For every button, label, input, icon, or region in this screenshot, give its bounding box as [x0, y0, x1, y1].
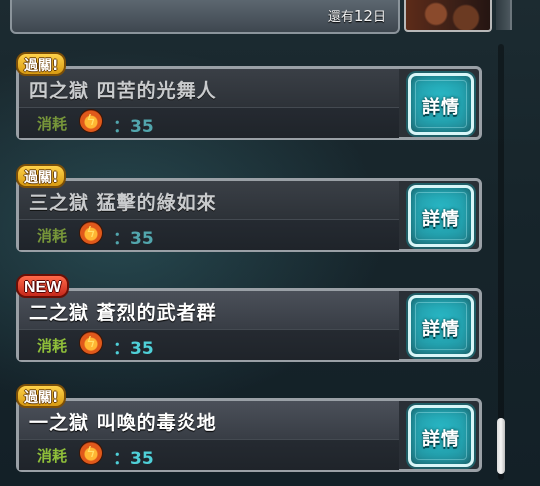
scrollbar-track[interactable] [498, 44, 504, 480]
cleared-badge: 過關! [16, 52, 67, 76]
quest-card[interactable]: 二之獄 蒼烈的武者群 消耗 ϟ ：35 詳情 [16, 288, 482, 362]
stamina-icon: ϟ [79, 221, 103, 245]
stamina-icon: ϟ [79, 331, 103, 355]
event-banner[interactable]: 還有12日 [10, 0, 400, 34]
quest-card[interactable]: 一之獄 叫喚的毒炎地 消耗 ϟ ：35 詳情 [16, 398, 482, 472]
scrollbar-thumb[interactable] [497, 418, 505, 474]
days-remaining: 還有12日 [328, 6, 386, 25]
detail-button[interactable]: 詳情 [408, 73, 474, 135]
quest-cost-band [19, 219, 399, 250]
days-suffix: 日 [372, 10, 386, 25]
panel-edge [496, 0, 512, 30]
quest-cost-band [19, 329, 399, 360]
quest-title: 三之獄 猛擊的綠如來 [29, 192, 217, 214]
quest-title: 一之獄 叫喚的毒炎地 [29, 412, 217, 434]
quest-cost-band [19, 439, 399, 470]
days-number: 12 [353, 7, 373, 25]
cleared-badge: 過關! [16, 164, 67, 188]
cost-value: ：35 [113, 117, 154, 137]
cost-label: 消耗 [37, 227, 68, 245]
cost-value: ：35 [113, 339, 154, 359]
stamina-icon: ϟ [79, 441, 103, 465]
quest-title: 二之獄 蒼烈的武者群 [29, 302, 217, 324]
cost-value: ：35 [113, 449, 154, 469]
cleared-badge: 過關! [16, 384, 67, 408]
quest-row[interactable]: 四之獄 四苦的光舞人 消耗 ϟ ：35 詳情 過關! [16, 52, 482, 140]
detail-button-label: 詳情 [422, 209, 460, 230]
cost-label: 消耗 [37, 337, 68, 355]
quest-cost-band [19, 107, 399, 138]
quest-row[interactable]: 二之獄 蒼烈的武者群 消耗 ϟ ：35 詳情 NEW [16, 274, 482, 362]
cost-label: 消耗 [37, 447, 68, 465]
new-badge: NEW [16, 274, 70, 298]
cost-label: 消耗 [37, 115, 68, 133]
days-prefix: 還有 [327, 10, 354, 25]
detail-button-label: 詳情 [422, 429, 460, 450]
detail-button-label: 詳情 [422, 97, 460, 118]
quest-row[interactable]: 三之獄 猛擊的綠如來 消耗 ϟ ：35 詳情 過關! [16, 164, 482, 252]
quest-card[interactable]: 四之獄 四苦的光舞人 消耗 ϟ ：35 詳情 [16, 66, 482, 140]
quest-card[interactable]: 三之獄 猛擊的綠如來 消耗 ϟ ：35 詳情 [16, 178, 482, 252]
quest-title: 四之獄 四苦的光舞人 [29, 80, 217, 102]
quest-row[interactable]: 一之獄 叫喚的毒炎地 消耗 ϟ ：35 詳情 過關! [16, 384, 482, 472]
event-thumbnail-image[interactable] [404, 0, 492, 32]
cost-value: ：35 [113, 229, 154, 249]
detail-button-label: 詳情 [422, 319, 460, 340]
detail-button[interactable]: 詳情 [408, 295, 474, 357]
detail-button[interactable]: 詳情 [408, 405, 474, 467]
detail-button[interactable]: 詳情 [408, 185, 474, 247]
stamina-icon: ϟ [79, 109, 103, 133]
